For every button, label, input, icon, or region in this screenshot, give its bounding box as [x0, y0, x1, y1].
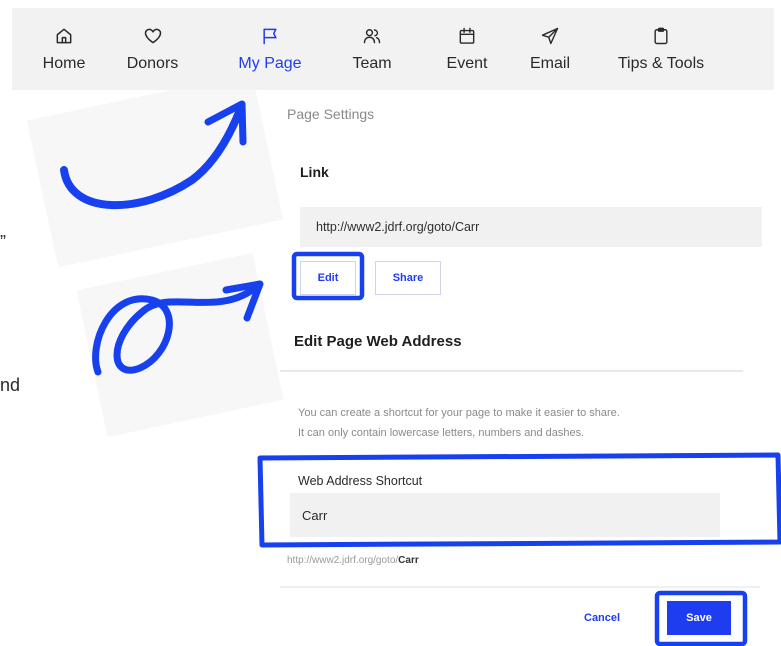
- nav-label-donors: Donors: [126, 54, 179, 72]
- description-line-2: It can only contain lowercase letters, n…: [298, 427, 585, 439]
- nav-label-email: Email: [529, 54, 570, 72]
- people-icon: [363, 28, 381, 43]
- nav-item-my-page[interactable]: My Page: [230, 8, 310, 90]
- nav-label-my-page: My Page: [238, 54, 302, 72]
- save-button[interactable]: Save: [667, 601, 731, 635]
- nav-item-event[interactable]: Event: [437, 8, 497, 90]
- link-url: http://www2.jdrf.org/goto/Carr: [316, 220, 480, 234]
- home-icon: [56, 28, 72, 43]
- backdrop-top: [26, 72, 284, 268]
- preview-shortcut: Carr: [398, 555, 419, 566]
- nav-label-home: Home: [42, 54, 86, 72]
- edit-link-button[interactable]: Edit: [300, 261, 356, 295]
- edit-web-address-title: Edit Page Web Address: [294, 333, 462, 350]
- page-settings-heading: Page Settings: [287, 106, 375, 122]
- description-line-1: You can create a shortcut for your page …: [298, 407, 620, 419]
- heart-icon: [144, 28, 161, 43]
- nav-label-event: Event: [446, 54, 488, 72]
- nav-item-email[interactable]: Email: [520, 8, 580, 90]
- shortcut-url-preview: http://www2.jdrf.org/goto/Carr: [287, 555, 419, 566]
- clipboard-icon: [654, 27, 668, 44]
- preview-prefix: http://www2.jdrf.org/goto/: [287, 555, 399, 566]
- nav-item-home[interactable]: Home: [34, 8, 94, 90]
- nav-item-team[interactable]: Team: [342, 8, 402, 90]
- nav-item-donors[interactable]: Donors: [115, 8, 190, 90]
- clipped-text-nd: nd: [0, 375, 21, 395]
- shortcut-description: You can create a shortcut for your page …: [298, 403, 758, 443]
- nav-label-team: Team: [352, 54, 392, 72]
- web-address-shortcut-input[interactable]: [290, 493, 720, 537]
- clipped-text-quote: ”: [0, 232, 6, 252]
- link-title: Link: [300, 164, 329, 180]
- top-nav-bar: Home Donors My Page Team Event Email Tip…: [12, 8, 774, 90]
- footer-divider: [280, 586, 760, 588]
- flag-icon: [263, 28, 277, 44]
- nav-item-tips-tools[interactable]: Tips & Tools: [607, 8, 715, 90]
- section-divider: [280, 370, 743, 372]
- send-icon: [541, 27, 559, 44]
- share-link-button[interactable]: Share: [375, 261, 441, 295]
- cancel-button[interactable]: Cancel: [584, 612, 620, 624]
- backdrop-bottom: [76, 252, 284, 438]
- calendar-icon: [459, 27, 475, 44]
- web-address-shortcut-label: Web Address Shortcut: [298, 474, 423, 488]
- nav-label-tips-tools: Tips & Tools: [617, 54, 705, 72]
